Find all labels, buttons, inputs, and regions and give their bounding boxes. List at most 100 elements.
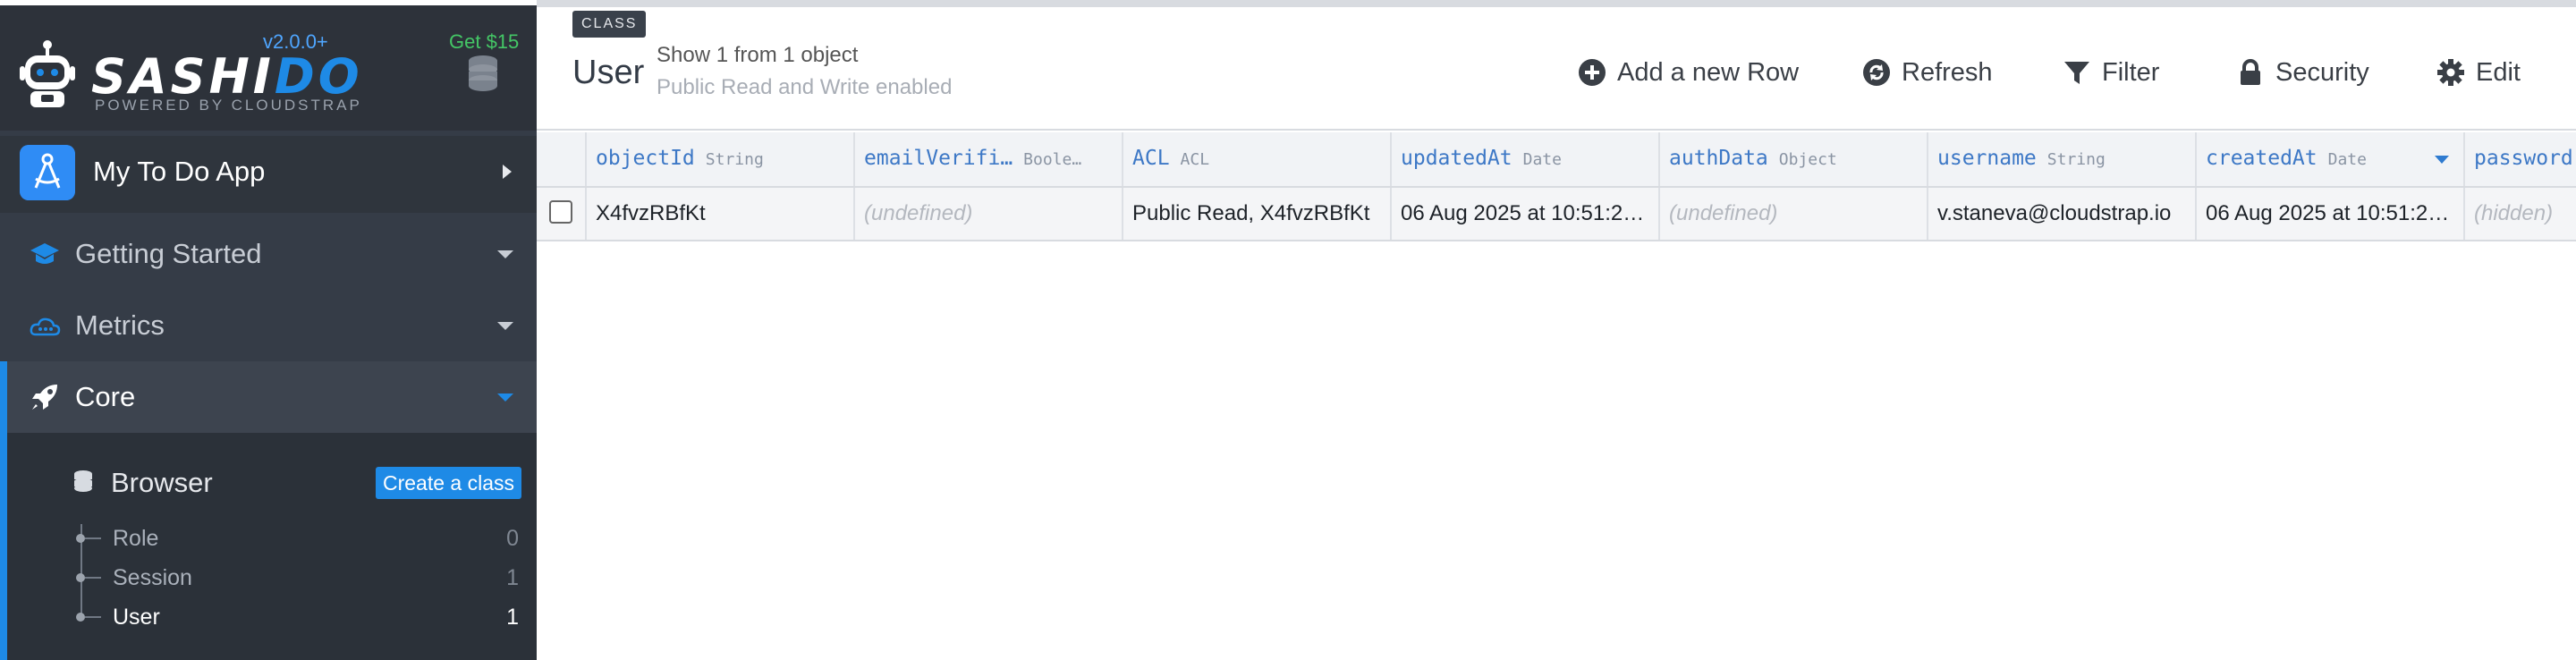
nav-core[interactable]: Core [0, 361, 537, 433]
robot-logo-icon[interactable] [18, 38, 77, 111]
table-row[interactable]: X4fvzRBfKt (undefined) Public Read, X4fv… [537, 188, 2576, 241]
tree-branch [85, 537, 101, 539]
tree-node [76, 573, 85, 582]
tree-node [76, 613, 85, 622]
column-header-objectid[interactable]: objectId String [587, 132, 855, 186]
brand-bar: SASHIDO POWERED BY CLOUDSTRAP v2.0.0+ Ge… [0, 0, 537, 131]
row-checkbox[interactable] [549, 200, 572, 224]
cell-value: (undefined) [1669, 201, 1778, 225]
edit-button[interactable]: Edit [2436, 52, 2521, 93]
security-label: Security [2275, 57, 2369, 87]
column-name: username [1937, 147, 2037, 170]
select-cell [537, 188, 587, 240]
app-selector[interactable] [0, 136, 537, 213]
cell-value: X4fvzRBfKt [596, 201, 706, 225]
table-header: objectId String emailVerifi… Boole… ACL ACL… [537, 132, 2576, 188]
column-name: password [2474, 147, 2573, 170]
refresh-button[interactable]: Refresh [1862, 52, 1993, 93]
version-label: v2.0.0+ [263, 30, 328, 53]
column-header-password[interactable]: password [2465, 132, 2576, 186]
refresh-label: Refresh [1902, 57, 1993, 87]
graduation-cap-icon [30, 243, 59, 264]
class-name: User [113, 605, 160, 630]
nav-label: Metrics [75, 309, 165, 341]
app-icon [20, 145, 75, 200]
cell-value: v.staneva@cloudstrap.io [1937, 201, 2172, 225]
chevron-right-icon [503, 165, 512, 179]
nav-label: Core [75, 381, 136, 412]
cloud-icon [30, 317, 61, 336]
chevron-down-icon [497, 250, 513, 258]
filter-button[interactable]: Filter [2063, 52, 2159, 93]
refresh-icon [1863, 59, 1890, 86]
filter-icon [2064, 62, 2089, 84]
column-name: updatedAt [1401, 147, 1513, 170]
column-type: Date [2327, 150, 2367, 169]
cell-value: Public Read, X4fvzRBfKt [1132, 201, 1370, 225]
cell-value: (hidden) [2474, 201, 2554, 225]
cell-value: 06 Aug 2025 at 10:51:2… [2206, 201, 2450, 225]
class-name: Session [113, 565, 192, 590]
column-type: ACL [1180, 150, 1210, 169]
cell-value: 06 Aug 2025 at 10:51:2… [1401, 201, 1645, 225]
chevron-down-icon [497, 322, 513, 330]
coins-icon[interactable] [467, 54, 499, 91]
column-name: authData [1669, 147, 1768, 170]
class-count: 1 [506, 605, 519, 630]
cell-updatedat[interactable]: 06 Aug 2025 at 10:51:2… [1392, 188, 1660, 240]
nav-metrics[interactable]: Metrics [0, 292, 537, 361]
column-header-createdat[interactable]: createdAt Date [2197, 132, 2465, 186]
rocket-icon [32, 385, 57, 410]
column-name: emailVerifi… [864, 147, 1013, 170]
column-header-acl[interactable]: ACL ACL [1123, 132, 1392, 186]
column-name: ACL [1132, 147, 1170, 170]
lock-icon [2241, 59, 2260, 85]
column-header-updatedat[interactable]: updatedAt Date [1392, 132, 1660, 186]
page-title: User [572, 54, 645, 91]
nav-getting-started[interactable]: Getting Started [0, 220, 537, 290]
cell-authdata[interactable]: (undefined) [1660, 188, 1928, 240]
sort-descending-icon[interactable] [2435, 156, 2449, 164]
column-type: Date [1522, 150, 1562, 169]
create-class-button[interactable]: Create a class [376, 467, 522, 499]
class-tag: CLASS [572, 11, 647, 38]
class-item-role[interactable]: Role 0 [0, 520, 537, 556]
cell-acl[interactable]: Public Read, X4fvzRBfKt [1123, 188, 1392, 240]
browser-link[interactable]: Browser [111, 467, 213, 499]
column-header-authdata[interactable]: authData Object [1660, 132, 1928, 186]
column-header-username[interactable]: username String [1928, 132, 2197, 186]
column-header-emailverified[interactable]: emailVerifi… Boole… [855, 132, 1123, 186]
column-type: String [2046, 150, 2106, 169]
security-button[interactable]: Security [2236, 52, 2369, 93]
tree-node [76, 534, 85, 543]
class-name: Role [113, 526, 159, 551]
column-name: objectId [596, 147, 695, 170]
filter-label: Filter [2102, 57, 2160, 87]
database-icon [74, 470, 92, 492]
object-count: Show 1 from 1 object [657, 43, 859, 67]
cell-objectid[interactable]: X4fvzRBfKt [587, 188, 855, 240]
column-type: Object [1778, 150, 1837, 169]
cell-username[interactable]: v.staneva@cloudstrap.io [1928, 188, 2197, 240]
gear-icon [2437, 59, 2464, 86]
class-count: 0 [506, 526, 519, 551]
select-column-header [537, 132, 587, 186]
cell-emailverified[interactable]: (undefined) [855, 188, 1123, 240]
permission-status: Public Read and Write enabled [657, 75, 953, 99]
chevron-down-icon [497, 393, 513, 402]
powered-by-text: POWERED BY CLOUDSTRAP [95, 97, 362, 114]
cell-createdat[interactable]: 06 Aug 2025 at 10:51:2… [2197, 188, 2465, 240]
column-name: createdAt [2206, 147, 2318, 170]
add-row-button[interactable]: Add a new Row [1578, 52, 1799, 93]
nav-label: Getting Started [75, 238, 262, 269]
app-name[interactable]: My To Do App [93, 156, 265, 188]
cell-password[interactable]: (hidden) [2465, 188, 2576, 240]
class-item-session[interactable]: Session 1 [0, 560, 537, 596]
plus-circle-icon [1579, 59, 1606, 86]
tree-branch [85, 616, 101, 618]
cell-value: (undefined) [864, 201, 973, 225]
column-type: String [705, 150, 764, 169]
sidebar: SASHIDO POWERED BY CLOUDSTRAP v2.0.0+ Ge… [0, 0, 537, 660]
class-item-user[interactable]: User 1 [0, 599, 537, 635]
promo-link[interactable]: Get $15 [449, 30, 519, 54]
